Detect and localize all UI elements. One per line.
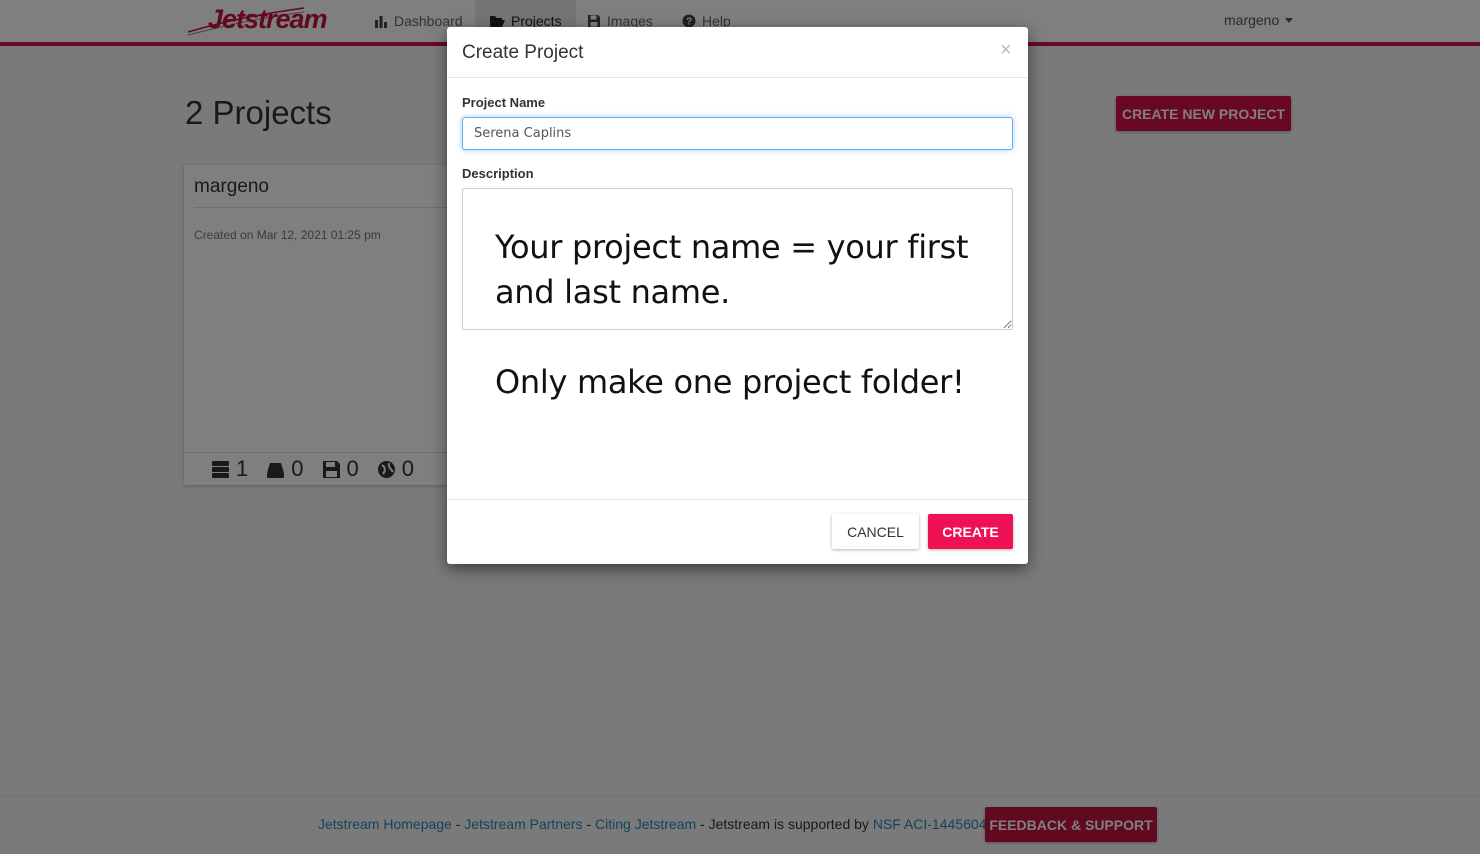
- modal-footer-divider: [447, 499, 1028, 500]
- create-project-modal: Create Project × Project Name Descriptio…: [447, 27, 1028, 564]
- instruction-note-line1: Your project name = your first: [495, 228, 969, 266]
- description-label: Description: [462, 166, 534, 181]
- create-button[interactable]: CREATE: [928, 514, 1013, 549]
- instruction-note-line2: and last name.: [495, 273, 730, 311]
- project-name-label: Project Name: [462, 95, 546, 110]
- modal-header-divider: [447, 77, 1028, 78]
- cancel-button[interactable]: CANCEL: [832, 514, 919, 549]
- instruction-note-line3: Only make one project folder!: [495, 363, 965, 401]
- close-icon[interactable]: ×: [1000, 39, 1012, 62]
- modal-title: Create Project: [462, 42, 584, 63]
- project-name-input[interactable]: [462, 117, 1013, 150]
